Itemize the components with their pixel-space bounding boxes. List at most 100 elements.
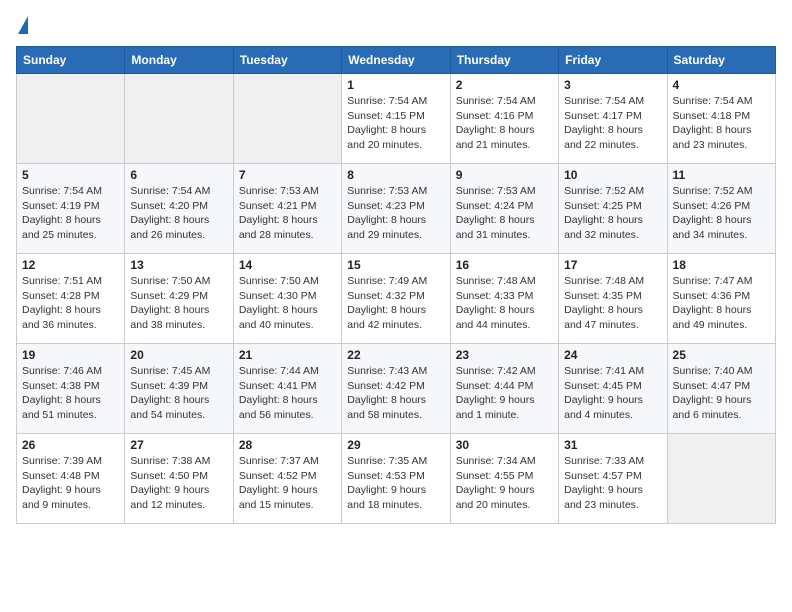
calendar-cell: 13 Sunrise: 7:50 AM Sunset: 4:29 PM Dayli… (125, 254, 233, 344)
day-info: Sunrise: 7:53 AM Sunset: 4:24 PM Dayligh… (456, 184, 553, 243)
calendar-cell (125, 74, 233, 164)
day-number: 10 (564, 168, 661, 182)
day-number: 27 (130, 438, 227, 452)
calendar-week-row: 1 Sunrise: 7:54 AM Sunset: 4:15 PM Daylig… (17, 74, 776, 164)
calendar-cell: 27 Sunrise: 7:38 AM Sunset: 4:50 PM Dayli… (125, 434, 233, 524)
day-info: Sunrise: 7:48 AM Sunset: 4:35 PM Dayligh… (564, 274, 661, 333)
calendar-cell: 3 Sunrise: 7:54 AM Sunset: 4:17 PM Daylig… (559, 74, 667, 164)
calendar-cell: 20 Sunrise: 7:45 AM Sunset: 4:39 PM Dayli… (125, 344, 233, 434)
calendar-cell: 4 Sunrise: 7:54 AM Sunset: 4:18 PM Daylig… (667, 74, 775, 164)
day-info: Sunrise: 7:54 AM Sunset: 4:18 PM Dayligh… (673, 94, 770, 153)
page-header (16, 16, 776, 34)
calendar-cell (233, 74, 341, 164)
day-number: 28 (239, 438, 336, 452)
day-number: 6 (130, 168, 227, 182)
calendar-cell: 10Sunrise: 7:52 AM Sunset: 4:25 PM Dayli… (559, 164, 667, 254)
day-number: 18 (673, 258, 770, 272)
day-info: Sunrise: 7:52 AM Sunset: 4:26 PM Dayligh… (673, 184, 770, 243)
calendar-week-row: 12 Sunrise: 7:51 AM Sunset: 4:28 PM Dayli… (17, 254, 776, 344)
day-info: Sunrise: 7:44 AM Sunset: 4:41 PM Dayligh… (239, 364, 336, 423)
day-number: 16 (456, 258, 553, 272)
calendar-cell: 19Sunrise: 7:46 AM Sunset: 4:38 PM Dayli… (17, 344, 125, 434)
column-header-monday: Monday (125, 47, 233, 74)
calendar-cell: 11 Sunrise: 7:52 AM Sunset: 4:26 PM Dayli… (667, 164, 775, 254)
day-number: 4 (673, 78, 770, 92)
calendar-cell: 29 Sunrise: 7:35 AM Sunset: 4:53 PM Dayli… (342, 434, 450, 524)
column-header-friday: Friday (559, 47, 667, 74)
day-info: Sunrise: 7:38 AM Sunset: 4:50 PM Dayligh… (130, 454, 227, 513)
day-number: 7 (239, 168, 336, 182)
day-info: Sunrise: 7:53 AM Sunset: 4:21 PM Dayligh… (239, 184, 336, 243)
day-info: Sunrise: 7:50 AM Sunset: 4:29 PM Dayligh… (130, 274, 227, 333)
calendar-week-row: 19Sunrise: 7:46 AM Sunset: 4:38 PM Dayli… (17, 344, 776, 434)
day-number: 2 (456, 78, 553, 92)
day-number: 11 (673, 168, 770, 182)
day-number: 25 (673, 348, 770, 362)
logo (16, 16, 24, 34)
day-info: Sunrise: 7:40 AM Sunset: 4:47 PM Dayligh… (673, 364, 770, 423)
day-number: 1 (347, 78, 444, 92)
calendar-cell: 16 Sunrise: 7:48 AM Sunset: 4:33 PM Dayli… (450, 254, 558, 344)
calendar-cell: 5 Sunrise: 7:54 AM Sunset: 4:19 PM Daylig… (17, 164, 125, 254)
day-info: Sunrise: 7:51 AM Sunset: 4:28 PM Dayligh… (22, 274, 119, 333)
day-number: 24 (564, 348, 661, 362)
column-header-thursday: Thursday (450, 47, 558, 74)
day-number: 12 (22, 258, 119, 272)
column-header-wednesday: Wednesday (342, 47, 450, 74)
day-info: Sunrise: 7:39 AM Sunset: 4:48 PM Dayligh… (22, 454, 119, 513)
day-number: 9 (456, 168, 553, 182)
calendar-header-row: SundayMondayTuesdayWednesdayThursdayFrid… (17, 47, 776, 74)
calendar-cell: 2 Sunrise: 7:54 AM Sunset: 4:16 PM Daylig… (450, 74, 558, 164)
day-info: Sunrise: 7:47 AM Sunset: 4:36 PM Dayligh… (673, 274, 770, 333)
day-number: 30 (456, 438, 553, 452)
day-number: 3 (564, 78, 661, 92)
calendar-cell: 1 Sunrise: 7:54 AM Sunset: 4:15 PM Daylig… (342, 74, 450, 164)
day-number: 17 (564, 258, 661, 272)
day-info: Sunrise: 7:53 AM Sunset: 4:23 PM Dayligh… (347, 184, 444, 243)
day-info: Sunrise: 7:48 AM Sunset: 4:33 PM Dayligh… (456, 274, 553, 333)
day-number: 22 (347, 348, 444, 362)
day-info: Sunrise: 7:41 AM Sunset: 4:45 PM Dayligh… (564, 364, 661, 423)
day-info: Sunrise: 7:54 AM Sunset: 4:19 PM Dayligh… (22, 184, 119, 243)
calendar-cell: 30 Sunrise: 7:34 AM Sunset: 4:55 PM Dayli… (450, 434, 558, 524)
column-header-tuesday: Tuesday (233, 47, 341, 74)
calendar-cell (667, 434, 775, 524)
calendar-cell: 7 Sunrise: 7:53 AM Sunset: 4:21 PM Daylig… (233, 164, 341, 254)
calendar-cell: 12 Sunrise: 7:51 AM Sunset: 4:28 PM Dayli… (17, 254, 125, 344)
calendar-cell: 8Sunrise: 7:53 AM Sunset: 4:23 PM Daylig… (342, 164, 450, 254)
calendar-cell: 23Sunrise: 7:42 AM Sunset: 4:44 PM Dayli… (450, 344, 558, 434)
day-number: 20 (130, 348, 227, 362)
column-header-sunday: Sunday (17, 47, 125, 74)
calendar-cell: 25 Sunrise: 7:40 AM Sunset: 4:47 PM Dayli… (667, 344, 775, 434)
calendar-cell: 26 Sunrise: 7:39 AM Sunset: 4:48 PM Dayli… (17, 434, 125, 524)
day-info: Sunrise: 7:54 AM Sunset: 4:15 PM Dayligh… (347, 94, 444, 153)
day-info: Sunrise: 7:54 AM Sunset: 4:17 PM Dayligh… (564, 94, 661, 153)
calendar-cell: 24 Sunrise: 7:41 AM Sunset: 4:45 PM Dayli… (559, 344, 667, 434)
day-number: 31 (564, 438, 661, 452)
day-info: Sunrise: 7:49 AM Sunset: 4:32 PM Dayligh… (347, 274, 444, 333)
column-header-saturday: Saturday (667, 47, 775, 74)
day-number: 29 (347, 438, 444, 452)
day-info: Sunrise: 7:35 AM Sunset: 4:53 PM Dayligh… (347, 454, 444, 513)
day-info: Sunrise: 7:37 AM Sunset: 4:52 PM Dayligh… (239, 454, 336, 513)
day-number: 15 (347, 258, 444, 272)
day-number: 26 (22, 438, 119, 452)
calendar-cell: 21Sunrise: 7:44 AM Sunset: 4:41 PM Dayli… (233, 344, 341, 434)
day-number: 19 (22, 348, 119, 362)
calendar-cell: 31 Sunrise: 7:33 AM Sunset: 4:57 PM Dayli… (559, 434, 667, 524)
calendar-cell: 22Sunrise: 7:43 AM Sunset: 4:42 PM Dayli… (342, 344, 450, 434)
day-info: Sunrise: 7:50 AM Sunset: 4:30 PM Dayligh… (239, 274, 336, 333)
calendar-week-row: 26 Sunrise: 7:39 AM Sunset: 4:48 PM Dayli… (17, 434, 776, 524)
day-number: 5 (22, 168, 119, 182)
day-info: Sunrise: 7:34 AM Sunset: 4:55 PM Dayligh… (456, 454, 553, 513)
day-info: Sunrise: 7:54 AM Sunset: 4:16 PM Dayligh… (456, 94, 553, 153)
calendar-week-row: 5 Sunrise: 7:54 AM Sunset: 4:19 PM Daylig… (17, 164, 776, 254)
calendar-cell: 18 Sunrise: 7:47 AM Sunset: 4:36 PM Dayli… (667, 254, 775, 344)
day-number: 13 (130, 258, 227, 272)
day-info: Sunrise: 7:45 AM Sunset: 4:39 PM Dayligh… (130, 364, 227, 423)
calendar-table: SundayMondayTuesdayWednesdayThursdayFrid… (16, 46, 776, 524)
calendar-cell: 14Sunrise: 7:50 AM Sunset: 4:30 PM Dayli… (233, 254, 341, 344)
day-info: Sunrise: 7:33 AM Sunset: 4:57 PM Dayligh… (564, 454, 661, 513)
calendar-cell: 6Sunrise: 7:54 AM Sunset: 4:20 PM Daylig… (125, 164, 233, 254)
calendar-cell: 9 Sunrise: 7:53 AM Sunset: 4:24 PM Daylig… (450, 164, 558, 254)
